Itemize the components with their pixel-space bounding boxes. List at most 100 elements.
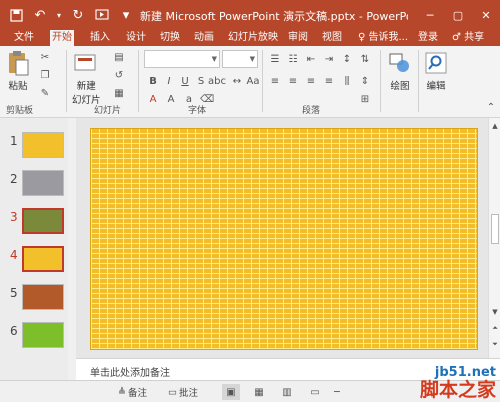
tab-design[interactable]: 设计 (124, 30, 148, 46)
font-name-combo[interactable]: ▼ (144, 50, 220, 68)
align-text-icon[interactable]: ⇕ (358, 74, 372, 88)
ribbon-divider (262, 50, 263, 112)
slide-thumbnail-pane: 1 2 3 4 5 6 (0, 118, 76, 380)
tab-insert[interactable]: 插入 (88, 30, 112, 46)
next-slide-icon[interactable]: ⏷ (489, 338, 500, 350)
slide-thumbnail[interactable]: 1 (0, 130, 68, 164)
tab-slideshow[interactable]: 幻灯片放映 (226, 30, 280, 46)
increase-indent-icon[interactable]: ⇥ (322, 52, 336, 66)
slide-number: 6 (10, 324, 18, 338)
notes-icon: ≜ (118, 386, 126, 398)
copy-icon[interactable]: ❐ (38, 68, 52, 82)
char-spacing-icon[interactable]: ↔ (230, 74, 244, 88)
reading-view-icon[interactable]: ▥ (278, 384, 296, 400)
new-slide-button[interactable]: 新建 幻灯片 (72, 48, 101, 106)
ribbon-divider (418, 50, 419, 112)
slide-thumbnail[interactable]: 2 (0, 168, 68, 202)
editing-button[interactable]: 编辑 (422, 48, 450, 92)
slide-thumbnail[interactable]: 3 (0, 206, 68, 240)
minimize-icon[interactable]: ─ (416, 0, 444, 30)
columns-icon[interactable]: ⫼ (340, 74, 354, 88)
underline-icon[interactable]: U (178, 74, 192, 88)
bullets-icon[interactable]: ☰ (268, 52, 282, 66)
paragraph-group-label: 段落 (302, 106, 321, 116)
decrease-indent-icon[interactable]: ⇤ (304, 52, 318, 66)
bold-icon[interactable]: B (146, 74, 160, 88)
grow-font-icon[interactable]: A (164, 92, 178, 106)
drawing-button[interactable]: 绘图 (386, 48, 414, 92)
tab-view[interactable]: 视图 (320, 30, 344, 46)
tab-file[interactable]: 文件 (12, 30, 36, 46)
previous-slide-icon[interactable]: ⏶ (489, 322, 500, 334)
reset-icon[interactable]: ↺ (112, 68, 126, 82)
normal-view-icon[interactable]: ▣ (222, 384, 240, 400)
slide-thumbnail[interactable]: 6 (0, 320, 68, 354)
tab-home[interactable]: 开始 (50, 30, 74, 46)
tab-animations[interactable]: 动画 (192, 30, 216, 46)
align-left-icon[interactable]: ≡ (268, 74, 282, 88)
font-group-label: 字体 (188, 106, 207, 116)
customize-qat-icon[interactable]: ▾ (116, 5, 136, 25)
strikethrough-icon[interactable]: abc (208, 74, 226, 88)
font-color-icon[interactable]: A (146, 92, 160, 106)
restore-icon[interactable]: ▢ (444, 0, 472, 30)
shapes-icon (386, 48, 414, 78)
comments-button[interactable]: ▭ 批注 (168, 384, 198, 400)
watermark-brand: 脚本之家 (419, 379, 496, 401)
sign-in-link[interactable]: 登录 (416, 30, 440, 46)
vertical-scrollbar[interactable]: ▲ ▼ ⏶ ⏷ (488, 118, 500, 358)
redo-icon[interactable]: ↻ (68, 5, 88, 25)
drawing-label: 绘图 (390, 81, 410, 92)
thumbnail-scrollbar[interactable] (68, 118, 76, 380)
close-icon[interactable]: ✕ (472, 0, 500, 30)
start-from-beginning-icon[interactable] (92, 5, 112, 25)
thumbnail-preview (22, 284, 64, 310)
italic-icon[interactable]: I (162, 74, 176, 88)
align-right-icon[interactable]: ≡ (304, 74, 318, 88)
tell-me-search[interactable]: ♀ 告诉我... (356, 30, 410, 46)
cut-icon[interactable]: ✂ (38, 50, 52, 64)
slideshow-view-icon[interactable]: ▭ (306, 384, 324, 400)
font-size-combo[interactable]: ▼ (222, 50, 258, 68)
slide-thumbnail[interactable]: 4 (0, 244, 68, 278)
numbering-icon[interactable]: ☷ (286, 52, 300, 66)
chevron-down-icon: ▼ (249, 55, 255, 63)
scroll-down-icon[interactable]: ▼ (489, 306, 500, 318)
notes-toggle-button[interactable]: ≜ 备注 (118, 384, 147, 400)
collapse-ribbon-icon[interactable]: ⌃ (484, 100, 498, 114)
slide-number: 1 (10, 134, 18, 148)
undo-dropdown-icon[interactable]: ▾ (54, 5, 64, 25)
scrollbar-thumb[interactable] (491, 214, 499, 244)
thumbnail-preview (22, 170, 64, 196)
watermark-domain: jb51.net (434, 365, 496, 380)
tab-review[interactable]: 审阅 (286, 30, 310, 46)
ribbon-tabs: 文件 开始 插入 设计 切换 动画 幻灯片放映 审阅 视图 ♀ 告诉我... 登… (0, 30, 500, 46)
thumbnail-preview (22, 208, 64, 234)
slide-number: 4 (10, 248, 18, 262)
save-icon[interactable] (6, 5, 26, 25)
text-direction-icon[interactable]: ⇅ (358, 52, 372, 66)
slide-thumbnail[interactable]: 5 (0, 282, 68, 316)
zoom-out-icon[interactable]: ─ (334, 384, 340, 400)
justify-icon[interactable]: ≡ (322, 74, 336, 88)
share-button[interactable]: ♂ 共享 (450, 30, 486, 46)
slide-sorter-icon[interactable]: ▦ (250, 384, 268, 400)
undo-icon[interactable]: ↶ (30, 5, 50, 25)
scroll-up-icon[interactable]: ▲ (489, 120, 500, 132)
comment-icon: ▭ (168, 386, 177, 398)
format-painter-icon[interactable]: ✎ (38, 86, 52, 100)
line-spacing-icon[interactable]: ↕ (340, 52, 354, 66)
align-center-icon[interactable]: ≡ (286, 74, 300, 88)
smartart-icon[interactable]: ⊞ (358, 92, 372, 106)
change-case-icon[interactable]: Aa (246, 74, 260, 88)
slide-canvas[interactable] (90, 128, 478, 350)
tab-transitions[interactable]: 切换 (158, 30, 182, 46)
section-icon[interactable]: ▦ (112, 86, 126, 100)
paste-button[interactable]: 粘贴 (4, 48, 32, 92)
shadow-icon[interactable]: S (194, 74, 208, 88)
site-watermark: jb51.net 脚本之家 (420, 365, 496, 400)
window-controls: ─ ▢ ✕ (416, 0, 500, 30)
ribbon-divider (138, 50, 139, 112)
layout-icon[interactable]: ▤ (112, 50, 126, 64)
slide-number: 5 (10, 286, 18, 300)
